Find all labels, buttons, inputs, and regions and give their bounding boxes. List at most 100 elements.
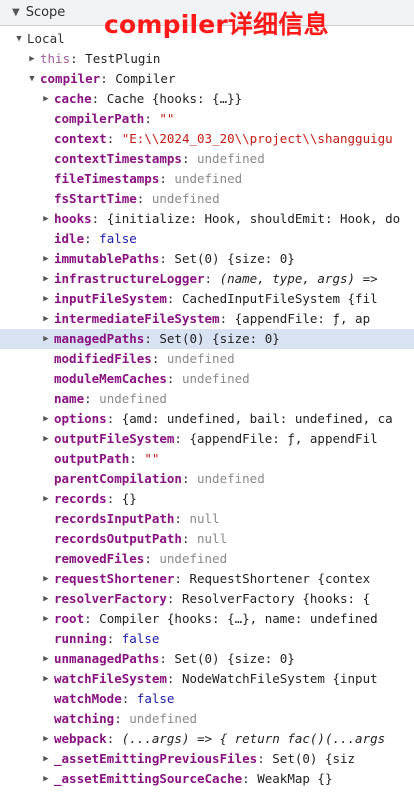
tree-row-this[interactable]: ▶ this: TestPlugin: [0, 49, 414, 69]
tree-row-output-path[interactable]: outputPath: "": [0, 449, 414, 469]
property-key: resolverFactory: [54, 591, 167, 606]
tree-row-infrastructure-logger[interactable]: ▶ infrastructureLogger: (name, type, args…: [0, 269, 414, 289]
tree-row-intermediate-file-system[interactable]: ▶ intermediateFileSystem: {appendFile: ƒ,…: [0, 309, 414, 329]
tree-row-parent-compilation[interactable]: parentCompilation: undefined: [0, 469, 414, 489]
tree-row-compiler-path[interactable]: compilerPath: "": [0, 109, 414, 129]
property-value: undefined: [166, 351, 235, 366]
property-value: "": [144, 451, 160, 466]
scope-label: Scope: [25, 5, 66, 20]
property-value: Set(0) {siz: [272, 751, 356, 766]
tree-row-request-shortener[interactable]: ▶ requestShortener: RequestShortener {con…: [0, 569, 414, 589]
row-text: requestShortener: RequestShortener {cont…: [54, 571, 371, 586]
row-text: _assetEmittingSourceCache: WeakMap {}: [54, 771, 333, 786]
property-value: undefined: [197, 151, 265, 166]
tree-row-running[interactable]: running: false: [0, 629, 414, 649]
tree-row-modified-files[interactable]: modifiedFiles: undefined: [0, 349, 414, 369]
tree-row-context-timestamps[interactable]: contextTimestamps: undefined: [0, 149, 414, 169]
tree-row-compiler[interactable]: ▼ compiler: Compiler: [0, 69, 414, 89]
triangle-down-icon[interactable]: ▼: [14, 29, 24, 49]
triangle-right-icon[interactable]: ▶: [41, 409, 51, 429]
tree-row-file-timestamps[interactable]: fileTimestamps: undefined: [0, 169, 414, 189]
property-key: recordsOutputPath: [54, 531, 182, 546]
row-text: webpack: (...args) => { return fac()(...…: [54, 731, 386, 746]
property-key: recordsInputPath: [54, 511, 175, 526]
tree-row-asset-emitting-previous-files[interactable]: ▶ _assetEmittingPreviousFiles: Set(0) {si…: [0, 749, 414, 769]
property-key: root: [54, 611, 85, 626]
tree-row-input-file-system[interactable]: ▶ inputFileSystem: CachedInputFileSystem …: [0, 289, 414, 309]
row-text: moduleMemCaches: undefined: [54, 371, 250, 386]
property-value: Set(0) {size: 0}: [174, 651, 295, 666]
tree-row-fs-start-time[interactable]: fsStartTime: undefined: [0, 189, 414, 209]
tree-row-watch-mode[interactable]: watchMode: false: [0, 689, 414, 709]
triangle-right-icon[interactable]: ▶: [41, 729, 51, 749]
property-key: this: [40, 51, 71, 66]
row-text: name: undefined: [54, 391, 167, 406]
tree-row-idle[interactable]: idle: false: [0, 229, 414, 249]
tree-row-immutable-paths[interactable]: ▶ immutablePaths: Set(0) {size: 0}: [0, 249, 414, 269]
triangle-right-icon[interactable]: ▶: [27, 49, 37, 69]
row-text: resolverFactory: ResolverFactory {hooks:…: [54, 591, 371, 606]
property-value: TestPlugin: [85, 51, 161, 66]
tree-row-resolver-factory[interactable]: ▶ resolverFactory: ResolverFactory {hooks…: [0, 589, 414, 609]
tree-row-watching[interactable]: watching: undefined: [0, 709, 414, 729]
row-text: inputFileSystem: CachedInputFileSystem {…: [54, 291, 378, 306]
tree-row-hooks[interactable]: ▶ hooks: {initialize: Hook, shouldEmit: H…: [0, 209, 414, 229]
row-text: records: {}: [54, 491, 137, 506]
tree-row--local[interactable]: ▼ Local: [0, 29, 414, 49]
triangle-right-icon[interactable]: ▶: [41, 569, 51, 589]
triangle-right-icon[interactable]: ▶: [41, 609, 51, 629]
tree-row-output-file-system[interactable]: ▶ outputFileSystem: {appendFile: ƒ, appen…: [0, 429, 414, 449]
property-key: watchMode: [54, 691, 122, 706]
property-value: Set(0) {size: 0}: [174, 251, 295, 266]
tree-row-records-output-path[interactable]: recordsOutputPath: null: [0, 529, 414, 549]
triangle-right-icon[interactable]: ▶: [41, 649, 51, 669]
triangle-down-icon[interactable]: ▼: [27, 69, 37, 89]
triangle-right-icon[interactable]: ▶: [41, 329, 51, 349]
triangle-right-icon[interactable]: ▶: [41, 209, 51, 229]
triangle-right-icon[interactable]: ▶: [41, 489, 51, 509]
tree-row-options[interactable]: ▶ options: {amd: undefined, bail: undefin…: [0, 409, 414, 429]
triangle-right-icon[interactable]: ▶: [41, 289, 51, 309]
row-text: removedFiles: undefined: [54, 551, 228, 566]
triangle-right-icon[interactable]: ▶: [41, 89, 51, 109]
property-value: WeakMap {}: [257, 771, 333, 786]
tree-row-webpack[interactable]: ▶ webpack: (...args) => { return fac()(..…: [0, 729, 414, 749]
triangle-right-icon[interactable]: ▶: [41, 669, 51, 689]
triangle-right-icon[interactable]: ▶: [41, 429, 51, 449]
property-key: modifiedFiles: [54, 351, 152, 366]
tree-row-unmanaged-paths[interactable]: ▶ unmanagedPaths: Set(0) {size: 0}: [0, 649, 414, 669]
property-value: RequestShortener {contex: [189, 571, 371, 586]
tree-row-context[interactable]: context: "E:\\2024_03_20\\project\\shang…: [0, 129, 414, 149]
tree-row-asset-emitting-source-cache[interactable]: ▶ _assetEmittingSourceCache: WeakMap {}: [0, 769, 414, 789]
property-key: compilerPath: [54, 111, 145, 126]
triangle-right-icon[interactable]: ▶: [41, 309, 51, 329]
tree-row-cache[interactable]: ▶ cache: Cache {hooks: {…}}: [0, 89, 414, 109]
property-key: name: [54, 391, 85, 406]
triangle-right-icon[interactable]: ▶: [41, 589, 51, 609]
triangle-right-icon[interactable]: ▶: [41, 249, 51, 269]
tree-row-records-input-path[interactable]: recordsInputPath: null: [0, 509, 414, 529]
triangle-down-icon: ▼: [12, 7, 20, 18]
row-text: options: {amd: undefined, bail: undefine…: [54, 411, 393, 426]
tree-row-removed-files[interactable]: removedFiles: undefined: [0, 549, 414, 569]
property-key: contextTimestamps: [54, 151, 182, 166]
tree-row-managed-paths[interactable]: ▶ managedPaths: Set(0) {size: 0}: [0, 329, 414, 349]
property-value: false: [136, 691, 175, 706]
property-key: requestShortener: [54, 571, 175, 586]
triangle-right-icon[interactable]: ▶: [41, 749, 51, 769]
tree-row-records[interactable]: ▶ records: {}: [0, 489, 414, 509]
property-key: watchFileSystem: [54, 671, 167, 686]
row-text: unmanagedPaths: Set(0) {size: 0}: [54, 651, 295, 666]
triangle-right-icon[interactable]: ▶: [41, 269, 51, 289]
row-text: _assetEmittingPreviousFiles: Set(0) {siz: [54, 751, 356, 766]
property-key: outputPath: [54, 451, 130, 466]
row-text: recordsInputPath: null: [54, 511, 220, 526]
triangle-right-icon[interactable]: ▶: [41, 769, 51, 789]
tree-row-watch-file-system[interactable]: ▶ watchFileSystem: NodeWatchFileSystem {i…: [0, 669, 414, 689]
tree-row-root[interactable]: ▶ root: Compiler {hooks: {…}, name: undef…: [0, 609, 414, 629]
tree-row-name[interactable]: name: undefined: [0, 389, 414, 409]
row-text: this: TestPlugin: [40, 51, 161, 66]
property-value: {initialize: Hook, shouldEmit: Hook, do: [106, 211, 401, 226]
tree-row-module-mem-caches[interactable]: moduleMemCaches: undefined: [0, 369, 414, 389]
property-value: null: [189, 511, 220, 526]
